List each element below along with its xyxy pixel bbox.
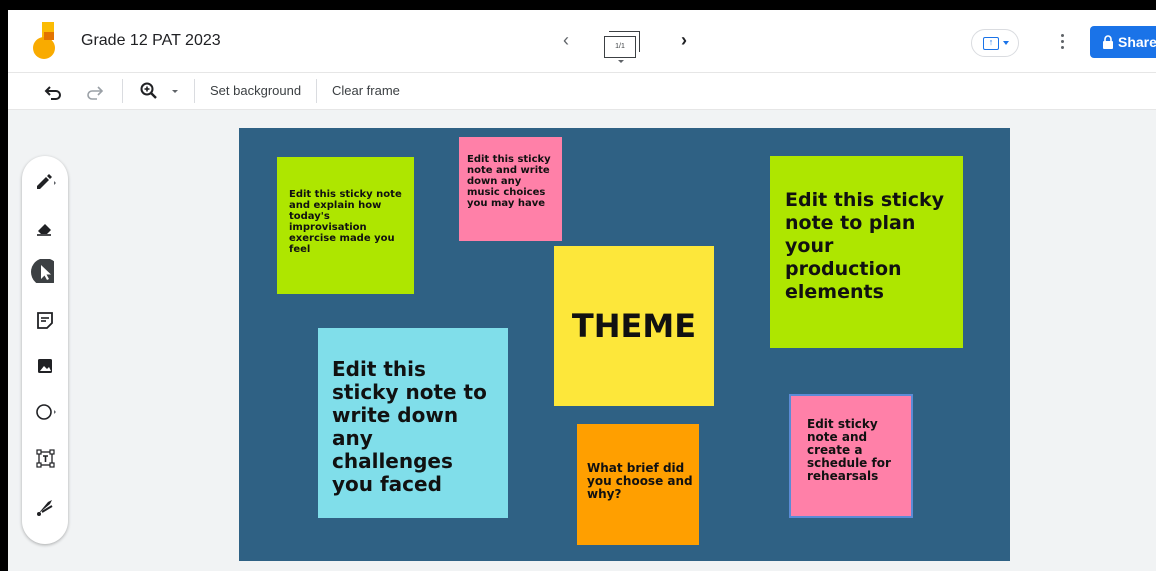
frame-counter: 1/1 xyxy=(604,36,636,58)
more-vert-icon[interactable] xyxy=(1056,30,1070,54)
chevron-left-icon[interactable]: ‹ xyxy=(557,28,575,52)
toolbar-divider xyxy=(316,79,317,103)
toolbar-divider xyxy=(122,79,123,103)
document-title[interactable]: Grade 12 PAT 2023 xyxy=(81,32,221,50)
sticky-note-brief[interactable]: What brief did you choose and why? xyxy=(577,424,699,545)
caret-down-icon xyxy=(1003,41,1009,45)
caret-down-icon xyxy=(618,60,624,63)
sticky-note-music[interactable]: Edit this sticky note and write down any… xyxy=(459,137,562,241)
circle-shape-icon[interactable] xyxy=(22,396,68,428)
undo-icon[interactable] xyxy=(44,79,64,103)
sticky-note-improvisation[interactable]: Edit this sticky note and explain how to… xyxy=(277,157,414,294)
frame-selector[interactable]: 1/1 xyxy=(600,30,646,64)
zoom-menu[interactable] xyxy=(139,79,185,103)
sticky-note-production[interactable]: Edit this sticky note to plan your produ… xyxy=(770,156,963,348)
image-icon[interactable] xyxy=(22,350,68,382)
chevron-right-icon[interactable]: › xyxy=(675,28,693,52)
select-cursor-icon[interactable] xyxy=(22,256,68,288)
app-header: Grade 12 PAT 2023 ‹ 1/1 › ↑ Share xyxy=(8,10,1156,73)
clear-frame-button[interactable]: Clear frame xyxy=(332,83,400,98)
text-box-icon[interactable] xyxy=(22,442,68,474)
share-button[interactable]: Share xyxy=(1090,26,1156,58)
sticky-note-schedule[interactable]: Edit sticky note and create a schedule f… xyxy=(789,394,913,518)
jamboard-window: Grade 12 PAT 2023 ‹ 1/1 › ↑ Share Set ba… xyxy=(8,10,1156,571)
laser-icon[interactable] xyxy=(22,490,68,522)
arrow-up-icon: ↑ xyxy=(988,37,994,47)
jamboard-logo-icon[interactable] xyxy=(32,22,56,62)
eraser-icon[interactable] xyxy=(22,212,68,244)
share-label: Share xyxy=(1118,34,1156,50)
sticky-note-challenges[interactable]: Edit this sticky note to write down any … xyxy=(318,328,508,518)
lock-icon xyxy=(1103,35,1113,49)
pen-icon[interactable] xyxy=(22,166,68,198)
toolbar-divider xyxy=(194,79,195,103)
sticky-note-theme[interactable]: THEME xyxy=(554,246,714,406)
tool-palette xyxy=(22,156,68,544)
present-button[interactable]: ↑ xyxy=(971,29,1019,57)
sticky-note-icon[interactable] xyxy=(22,304,68,336)
zoom-icon xyxy=(140,82,178,99)
set-background-button[interactable]: Set background xyxy=(210,83,301,98)
jam-canvas[interactable]: Edit this sticky note and explain how to… xyxy=(239,128,1010,561)
toolbar: Set background Clear frame xyxy=(8,73,1156,110)
redo-icon[interactable] xyxy=(84,79,104,103)
